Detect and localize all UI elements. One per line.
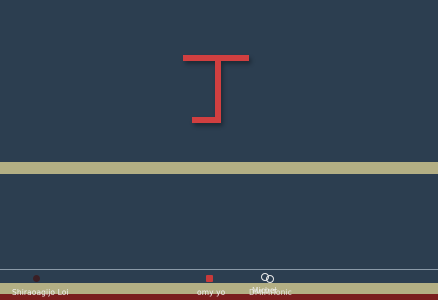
player-name-dmimitonic: DMIMiTonic: [249, 288, 292, 297]
progress-band: [0, 162, 438, 174]
piece-stem: [215, 55, 221, 123]
player-marker-omy-yo: [206, 275, 213, 282]
falling-j-piece: [183, 55, 249, 123]
player-marker-dmimitonic: [266, 275, 274, 283]
player-name-omy-yo: omy yo: [197, 288, 226, 297]
player-marker-shiraoagijo: [33, 275, 40, 282]
game-stage: Shiraoagijo Loi omy yo Michel DMIMiTonic: [0, 0, 438, 300]
player-name-shiraoagijo: Shiraoagijo Loi: [12, 288, 69, 297]
piece-foot: [192, 117, 221, 123]
race-track-line: [0, 269, 438, 270]
